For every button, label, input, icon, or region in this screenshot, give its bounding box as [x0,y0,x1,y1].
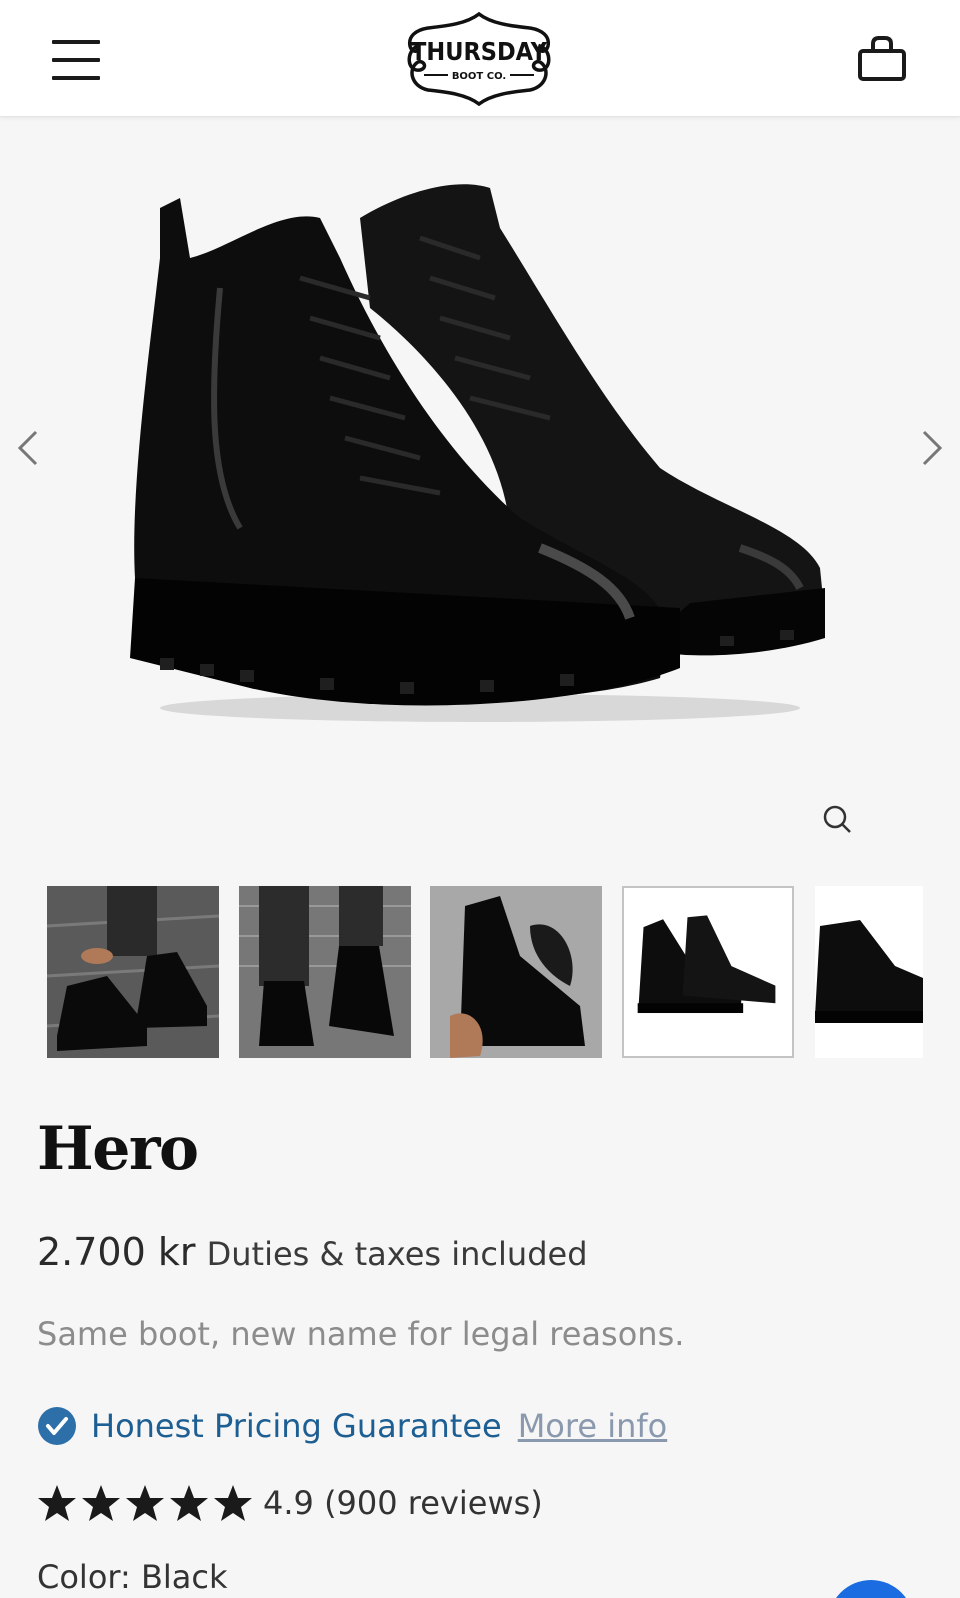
magnifier-icon[interactable] [820,802,856,838]
hamburger-menu-icon[interactable] [52,40,100,80]
product-subtitle: Same boot, new name for legal reasons. [37,1315,685,1353]
thursday-logo[interactable]: THURSDAY BOOT CO. [400,11,558,107]
thumbnail-strip [0,886,960,1058]
guarantee-link[interactable]: Honest Pricing Guarantee [91,1407,502,1445]
thumbnail-2[interactable] [239,886,411,1058]
star-icon [170,1485,208,1521]
thumbnail-3[interactable] [430,886,602,1058]
star-icon [214,1485,252,1521]
check-circle-icon [38,1407,76,1445]
star-icon [82,1485,120,1521]
star-rating [37,1483,257,1523]
star-icon [38,1485,76,1521]
product-main-image[interactable] [120,148,850,738]
rating-row[interactable]: 4.9 (900 reviews) [37,1483,543,1523]
thumbnail-4-selected[interactable] [622,886,794,1058]
thumbnail-1[interactable] [47,886,219,1058]
tax-note: Duties & taxes included [206,1235,588,1273]
shopping-bag-icon[interactable] [856,34,908,86]
rating-reviews-link[interactable]: 4.9 (900 reviews) [263,1484,543,1522]
more-info-link[interactable]: More info [518,1407,668,1445]
chat-widget-button[interactable] [828,1580,914,1598]
chevron-left-icon[interactable] [8,418,48,478]
star-icon [126,1485,164,1521]
logo-name: THURSDAY [411,37,548,66]
product-price: 2.700 kr [37,1230,196,1274]
product-gallery [0,118,960,848]
thumbnail-5[interactable] [815,886,923,1058]
logo-subtitle: BOOT CO. [452,71,506,82]
honest-pricing-guarantee: Honest Pricing Guarantee More info [37,1404,667,1448]
price-row: 2.700 kr Duties & taxes included [37,1230,588,1274]
chevron-right-icon[interactable] [912,418,952,478]
site-header: THURSDAY BOOT CO. [0,0,960,117]
product-title: Hero [37,1114,199,1184]
color-label: Color: Black [37,1558,228,1596]
